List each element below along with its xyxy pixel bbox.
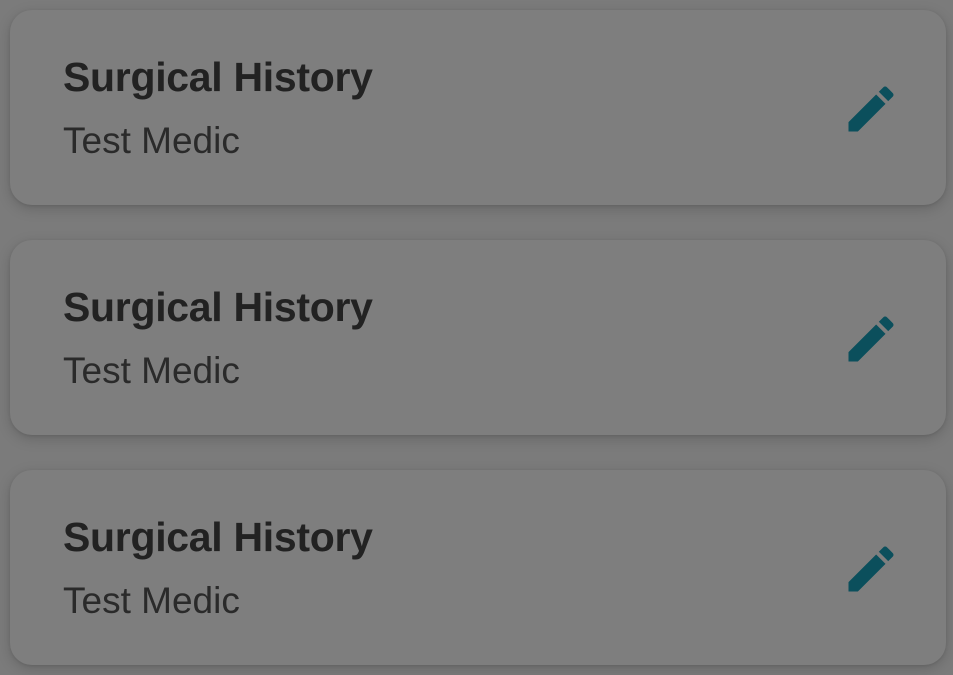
history-card-list: Surgical History Test Medic Surgical His…: [0, 0, 953, 675]
edit-button[interactable]: [830, 298, 912, 380]
card-title: Surgical History: [63, 54, 373, 100]
card-subtitle: Test Medic: [63, 580, 240, 621]
card-title: Surgical History: [63, 284, 373, 330]
card-subtitle: Test Medic: [63, 120, 240, 161]
edit-button[interactable]: [830, 68, 912, 150]
history-card[interactable]: Surgical History Test Medic: [10, 470, 946, 665]
history-card[interactable]: Surgical History Test Medic: [10, 10, 946, 205]
pencil-edit-icon: [848, 316, 894, 362]
pencil-edit-icon: [848, 546, 894, 592]
edit-button[interactable]: [830, 528, 912, 610]
pencil-edit-icon: [848, 86, 894, 132]
history-card[interactable]: Surgical History Test Medic: [10, 240, 946, 435]
card-subtitle: Test Medic: [63, 350, 240, 391]
card-title: Surgical History: [63, 514, 373, 560]
